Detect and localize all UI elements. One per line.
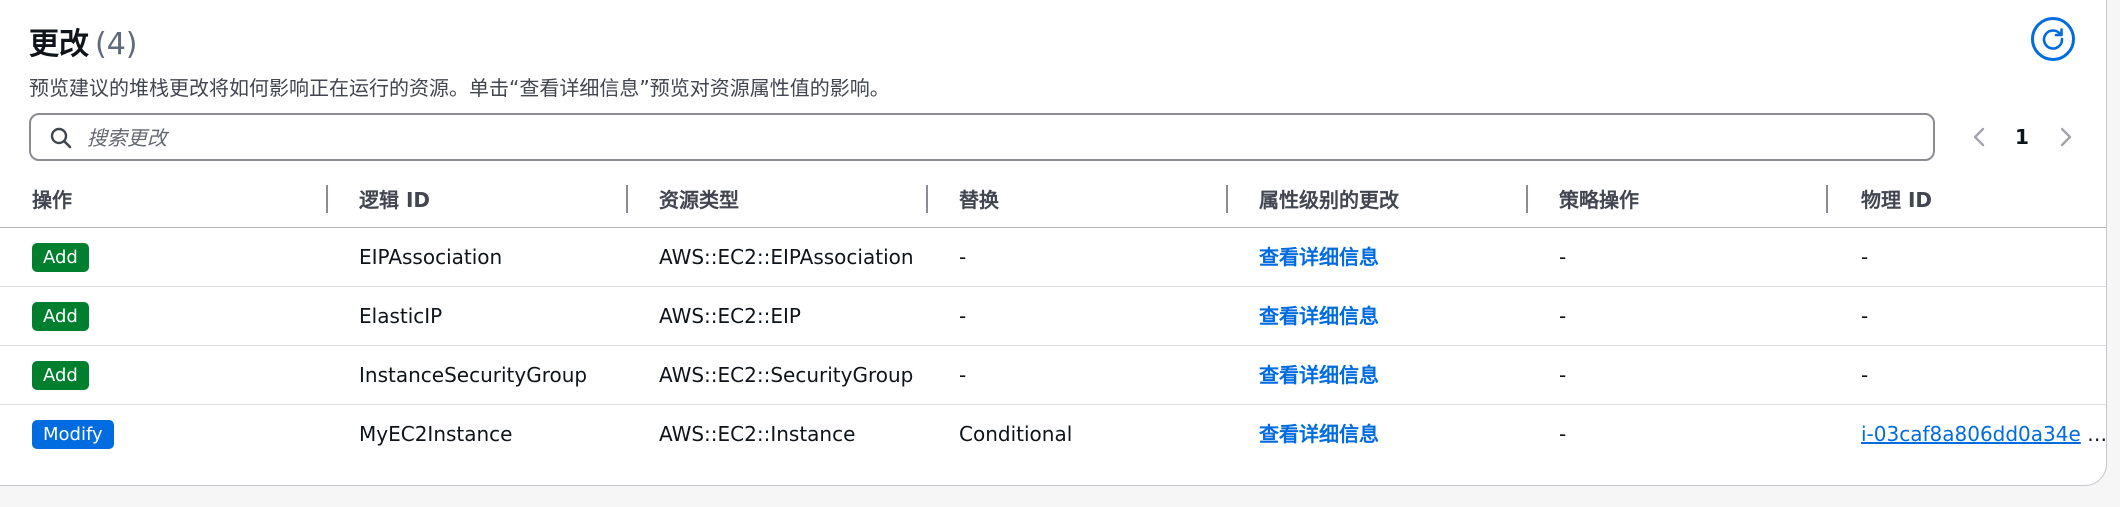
column-resizer[interactable]	[326, 185, 328, 213]
change-count: (4)	[95, 27, 138, 62]
policy-action-cell: -	[1559, 245, 1567, 269]
view-details-link[interactable]: 查看详细信息	[1259, 228, 1379, 286]
truncation-ellipsis: …	[2087, 422, 2108, 446]
physical-id-cell: -	[1861, 304, 1869, 328]
panel-description: 预览建议的堆栈更改将如何影响正在运行的资源。单击“查看详细信息”预览对资源属性值…	[29, 76, 890, 100]
resource-type-cell: AWS::EC2::EIP	[659, 304, 801, 328]
search-field[interactable]	[29, 113, 1935, 161]
physical-id-cell: i-03caf8a806dd0a34e …	[1861, 405, 2107, 463]
table-row: Modify MyEC2Instance AWS::EC2::Instance …	[0, 405, 2107, 463]
column-resizer[interactable]	[626, 185, 628, 213]
policy-action-cell: -	[1559, 363, 1567, 387]
current-page[interactable]: 1	[2011, 121, 2033, 153]
table-header: 操作 逻辑 ID 资源类型 替换 属性级别的更改 策略操作 物理 ID	[0, 179, 2106, 228]
action-badge: Add	[32, 302, 89, 331]
resource-type-cell: AWS::EC2::SecurityGroup	[659, 363, 914, 387]
table-row: Add InstanceSecurityGroup AWS::EC2::Secu…	[0, 346, 2106, 405]
replacement-cell: Conditional	[959, 422, 1073, 446]
column-resizer[interactable]	[926, 185, 928, 213]
action-badge: Modify	[32, 420, 114, 449]
chevron-left-icon	[1973, 127, 1985, 147]
column-header-action[interactable]: 操作	[32, 179, 72, 227]
column-header-logical-id[interactable]: 逻辑 ID	[359, 179, 430, 227]
table-row: Add EIPAssociation AWS::EC2::EIPAssociat…	[0, 228, 2106, 287]
logical-id-cell: EIPAssociation	[359, 245, 503, 269]
column-header-resource-type[interactable]: 资源类型	[659, 179, 739, 227]
title-text: 更改	[29, 27, 89, 62]
refresh-icon	[2042, 28, 2064, 50]
changes-panel: 更改 (4) 预览建议的堆栈更改将如何影响正在运行的资源。单击“查看详细信息”预览…	[0, 0, 2107, 486]
logical-id-cell: InstanceSecurityGroup	[359, 363, 588, 387]
chevron-right-icon	[2060, 127, 2072, 147]
column-resizer[interactable]	[1826, 185, 1828, 213]
policy-action-cell: -	[1559, 422, 1567, 446]
policy-action-cell: -	[1559, 304, 1567, 328]
action-badge: Add	[32, 361, 89, 390]
next-page-button[interactable]	[2053, 121, 2079, 153]
refresh-button[interactable]	[2031, 17, 2075, 61]
column-header-property-changes[interactable]: 属性级别的更改	[1259, 179, 1399, 227]
logical-id-cell: ElasticIP	[359, 304, 443, 328]
physical-id-link[interactable]: i-03caf8a806dd0a34e	[1861, 422, 2081, 446]
physical-id-cell: -	[1861, 245, 1869, 269]
logical-id-cell: MyEC2Instance	[359, 422, 513, 446]
physical-id-cell: -	[1861, 363, 1869, 387]
view-details-link[interactable]: 查看详细信息	[1259, 287, 1379, 345]
replacement-cell: -	[959, 304, 967, 328]
column-resizer[interactable]	[1226, 185, 1228, 213]
search-icon	[50, 127, 72, 149]
replacement-cell: -	[959, 363, 967, 387]
table-row: Add ElasticIP AWS::EC2::EIP - 查看详细信息 - -	[0, 287, 2106, 346]
column-header-policy-action[interactable]: 策略操作	[1559, 179, 1639, 227]
column-resizer[interactable]	[1526, 185, 1528, 213]
view-details-link[interactable]: 查看详细信息	[1259, 405, 1379, 463]
action-badge: Add	[32, 243, 89, 272]
resource-type-cell: AWS::EC2::EIPAssociation	[659, 245, 914, 269]
column-header-physical-id[interactable]: 物理 ID	[1861, 179, 1932, 227]
resource-type-cell: AWS::EC2::Instance	[659, 422, 856, 446]
replacement-cell: -	[959, 245, 967, 269]
previous-page-button[interactable]	[1966, 121, 1992, 153]
view-details-link[interactable]: 查看详细信息	[1259, 346, 1379, 404]
search-input[interactable]	[85, 119, 1909, 157]
page-title: 更改 (4)	[29, 19, 138, 63]
column-header-replacement[interactable]: 替换	[959, 179, 999, 227]
